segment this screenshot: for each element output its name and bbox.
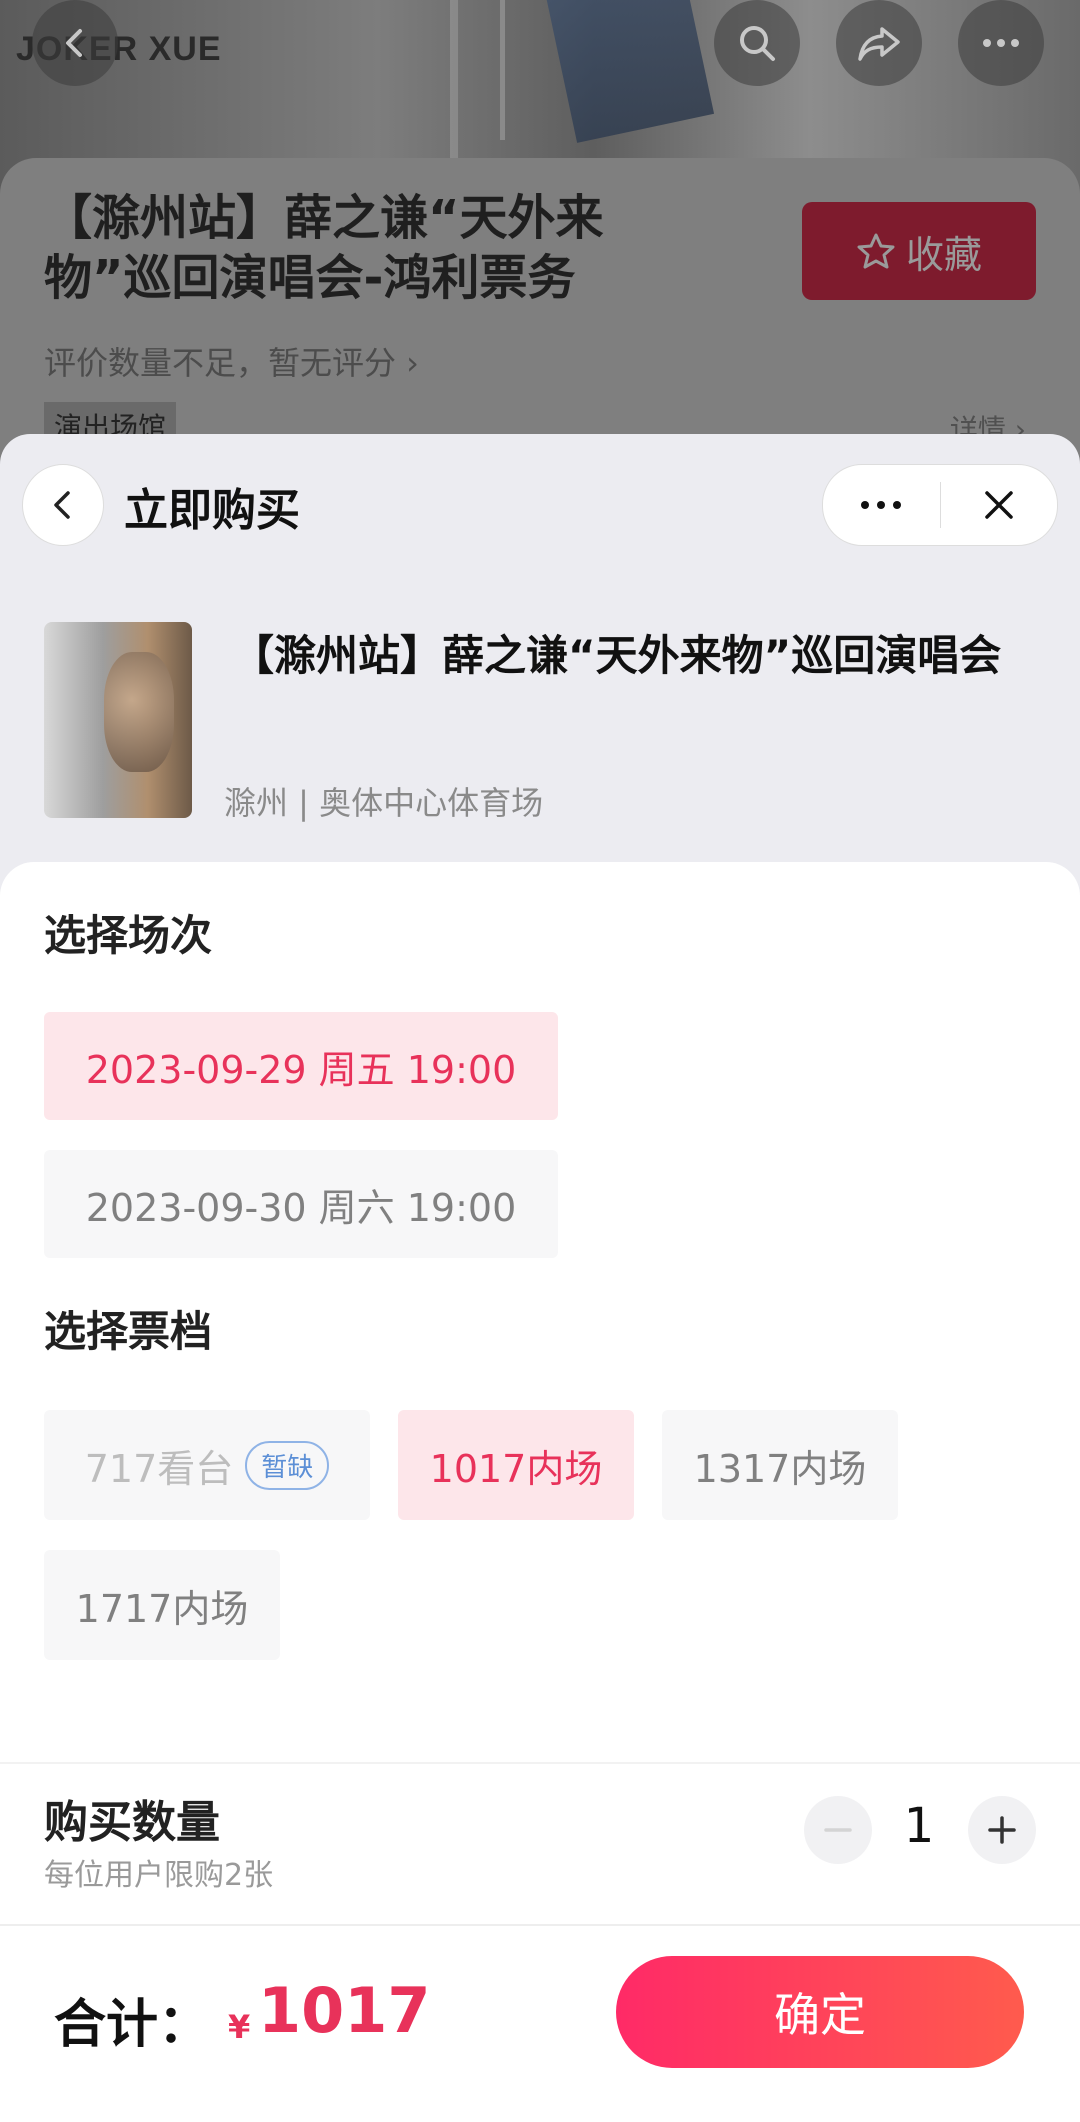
- quantity-label: 购买数量: [44, 1797, 220, 1848]
- sheet-title: 立即购买: [124, 485, 300, 536]
- tier-option[interactable]: 717看台 暂缺: [44, 1410, 370, 1520]
- page-back-button[interactable]: [32, 0, 118, 86]
- tier-option[interactable]: 1017内场: [398, 1410, 634, 1520]
- tier-option[interactable]: 1317内场: [662, 1410, 898, 1520]
- star-icon: [857, 233, 895, 269]
- more-icon: [983, 39, 1019, 47]
- quantity-divider: [0, 1762, 1080, 1764]
- confirm-button[interactable]: 确定: [616, 1956, 1024, 2068]
- session-option[interactable]: 2023-09-30 周六 19:00: [44, 1150, 558, 1258]
- more-icon: [861, 501, 902, 509]
- tier-option[interactable]: 1717内场: [44, 1550, 280, 1660]
- purchase-sheet: 立即购买 【滁州站】薛之谦“天外来物”巡回演唱会 滁州 | 奥体中心体育场 选择…: [0, 434, 1080, 2120]
- capsule-close-button[interactable]: [941, 465, 1058, 545]
- mini-program-capsule: [822, 464, 1058, 546]
- more-button[interactable]: [958, 0, 1044, 86]
- tier-label: 717看台: [84, 1446, 234, 1491]
- session-section-title: 选择场次: [44, 911, 213, 960]
- favorite-button[interactable]: 收藏: [802, 202, 1036, 300]
- tier-label: 1017内场: [429, 1446, 603, 1491]
- tier-section-title: 选择票档: [44, 1307, 213, 1356]
- share-button[interactable]: [836, 0, 922, 86]
- confirm-label: 确定: [774, 1988, 866, 2042]
- event-title: 【滁州站】薛之谦“天外来物”巡回演唱会: [232, 631, 1002, 680]
- session-label: 2023-09-30 周六 19:00: [85, 1185, 517, 1230]
- currency-symbol: ¥: [228, 2008, 251, 2046]
- favorite-label: 收藏: [905, 232, 982, 277]
- sold-out-badge: 暂缺: [245, 1440, 330, 1490]
- event-poster: [44, 622, 192, 818]
- total-label: 合计：: [54, 1995, 211, 2055]
- total-price: 1017: [258, 1974, 431, 2047]
- tier-label: 1317内场: [693, 1446, 867, 1491]
- share-icon: [858, 27, 900, 61]
- minus-icon: [824, 1828, 852, 1832]
- rating-link[interactable]: 评价数量不足，暂无评分 ›: [44, 338, 419, 384]
- search-icon: [740, 26, 775, 61]
- background-event-title: 【滁州站】薛之谦“天外来物”巡回演唱会-鸿利票务: [44, 190, 604, 306]
- tier-label: 1717内场: [75, 1586, 249, 1631]
- back-arrow-icon: [54, 491, 70, 519]
- plus-icon: [988, 1816, 1016, 1844]
- hero-decoration: [500, 0, 505, 140]
- search-button[interactable]: [714, 0, 800, 86]
- event-venue: 滁州 | 奥体中心体育场: [224, 784, 544, 822]
- decrease-quantity-button[interactable]: [804, 1796, 872, 1864]
- session-option[interactable]: 2023-09-29 周五 19:00: [44, 1012, 558, 1120]
- session-label: 2023-09-29 周五 19:00: [85, 1047, 517, 1092]
- sheet-back-button[interactable]: [22, 464, 104, 546]
- close-icon: [985, 491, 1013, 519]
- poster-artwork: [104, 652, 174, 772]
- quantity-value: 1: [903, 1798, 935, 1854]
- hero-decoration: [450, 0, 458, 160]
- increase-quantity-button[interactable]: [968, 1796, 1036, 1864]
- capsule-more-button[interactable]: [823, 465, 940, 545]
- back-arrow-icon: [66, 29, 82, 57]
- checkout-bar: 合计： ¥ 1017 确定: [0, 1924, 1080, 2122]
- quantity-limit-note: 每位用户限购2张: [44, 1858, 274, 1893]
- hero-decoration: [545, 0, 715, 143]
